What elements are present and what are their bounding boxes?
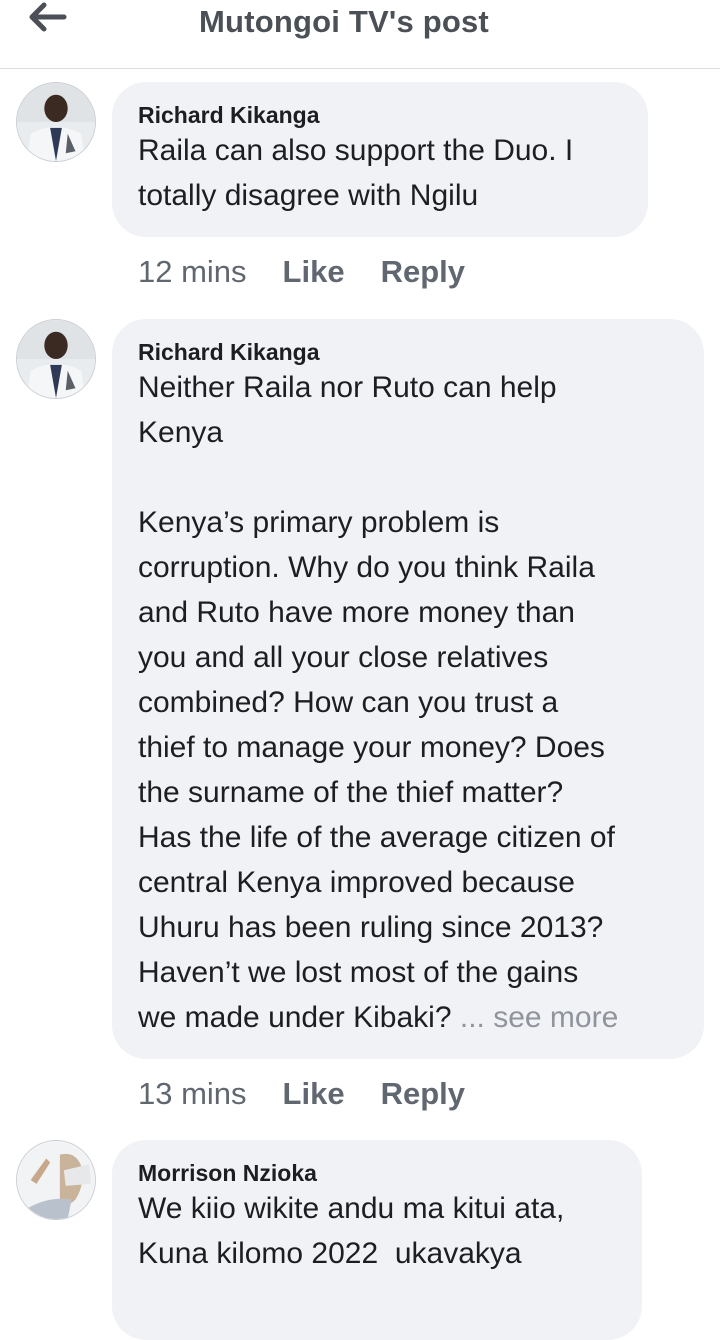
- comment-actions: 13 mins Like Reply: [138, 1076, 501, 1112]
- like-button[interactable]: Like: [283, 254, 345, 289]
- reply-button[interactable]: Reply: [381, 1076, 465, 1111]
- avatar[interactable]: [16, 82, 96, 162]
- comment-timestamp: 13 mins: [138, 1076, 247, 1111]
- see-more-link[interactable]: ... see more: [460, 1001, 618, 1034]
- comment-bubble: Morrison Nzioka We kiio wikite andu ma k…: [112, 1140, 642, 1340]
- comment-author[interactable]: Richard Kikanga: [138, 100, 622, 130]
- comment-text: We kiio wikite andu ma kitui ata, Kuna k…: [138, 1192, 565, 1270]
- comment-author[interactable]: Morrison Nzioka: [138, 1158, 616, 1188]
- reply-button[interactable]: Reply: [381, 254, 465, 289]
- comment-text: Neither Raila nor Ruto can help Kenya Ke…: [138, 365, 678, 1040]
- avatar[interactable]: [16, 1140, 96, 1220]
- comment-actions: 12 mins Like Reply: [138, 254, 501, 290]
- avatar[interactable]: [16, 319, 96, 399]
- page-title: Mutongoi TV's post: [199, 4, 489, 39]
- comment-bubble: Richard Kikanga Neither Raila nor Ruto c…: [112, 319, 704, 1059]
- comment-body: Neither Raila nor Ruto can help Kenya Ke…: [138, 371, 615, 1034]
- comment-author[interactable]: Richard Kikanga: [138, 337, 678, 367]
- post-header: Mutongoi TV's post: [0, 0, 720, 69]
- like-button[interactable]: Like: [283, 1076, 345, 1111]
- comment-text: Raila can also support the Duo. I totall…: [138, 134, 574, 212]
- comment-timestamp: 12 mins: [138, 254, 247, 289]
- comment-bubble: Richard Kikanga Raila can also support t…: [112, 82, 648, 237]
